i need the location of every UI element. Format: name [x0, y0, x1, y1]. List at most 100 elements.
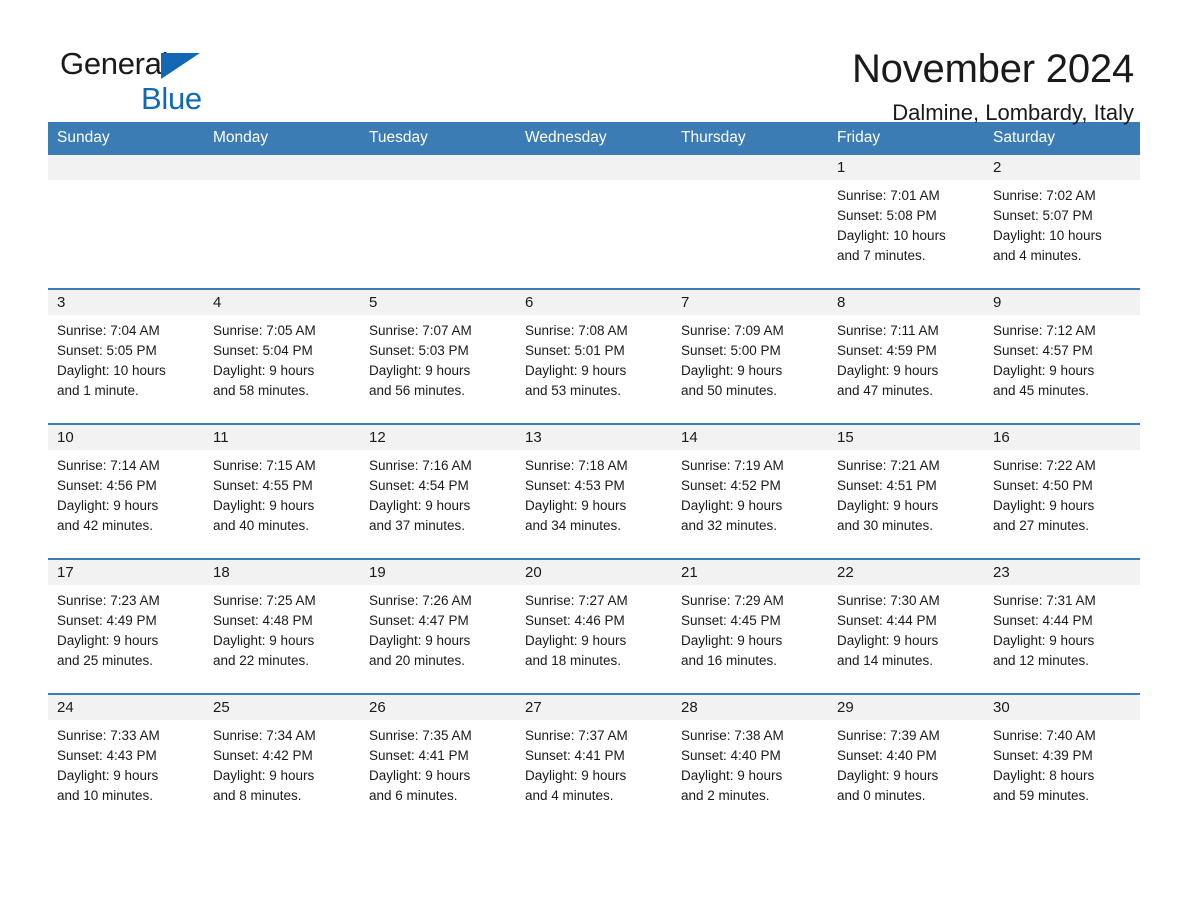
sunset-text: Sunset: 4:52 PM [681, 478, 781, 493]
daylight-text-line2: and 22 minutes. [213, 653, 310, 668]
calendar-day-cell: 30 Sunrise: 7:40 AM Sunset: 4:39 PM Dayligh… [984, 693, 1140, 828]
sunset-text: Sunset: 4:48 PM [213, 613, 313, 628]
day-cell-9[interactable]: 9 Sunrise: 7:12 AM Sunset: 4:57 PM Daylight… [984, 290, 1140, 423]
day-number: 25 [204, 695, 360, 720]
day-details: Sunrise: 7:39 AM Sunset: 4:40 PM Daylight:… [828, 720, 984, 806]
calendar-day-cell: 23 Sunrise: 7:31 AM Sunset: 4:44 PM Dayligh… [984, 558, 1140, 694]
calendar-week-row: 10 Sunrise: 7:14 AM Sunset: 4:56 PM Dayligh… [48, 423, 1140, 559]
daylight-text-line1: Daylight: 9 hours [525, 768, 627, 783]
day-cell-27[interactable]: 27 Sunrise: 7:37 AM Sunset: 4:41 PM Dayligh… [516, 695, 672, 828]
day-number: 14 [672, 425, 828, 450]
sunset-text: Sunset: 4:54 PM [369, 478, 469, 493]
sunrise-text: Sunrise: 7:35 AM [369, 728, 472, 743]
calendar-day-cell: 11 Sunrise: 7:15 AM Sunset: 4:55 PM Dayligh… [204, 423, 360, 559]
day-cell-24[interactable]: 24 Sunrise: 7:33 AM Sunset: 4:43 PM Dayligh… [48, 695, 204, 828]
calendar-header-row: Sunday Monday Tuesday Wednesday Thursday Frid… [48, 122, 1140, 155]
sunrise-text: Sunrise: 7:01 AM [837, 188, 940, 203]
calendar-week-row: 1 Sunrise: 7:01 AM Sunset: 5:08 PM Daylight… [48, 155, 1140, 289]
sunrise-text: Sunrise: 7:07 AM [369, 323, 472, 338]
daylight-text-line2: and 16 minutes. [681, 653, 778, 668]
sunrise-text: Sunrise: 7:40 AM [993, 728, 1096, 743]
sunrise-text: Sunrise: 7:23 AM [57, 593, 160, 608]
daylight-text-line2: and 45 minutes. [993, 383, 1090, 398]
calendar-day-cell: 19 Sunrise: 7:26 AM Sunset: 4:47 PM Dayligh… [360, 558, 516, 694]
day-cell-7[interactable]: 7 Sunrise: 7:09 AM Sunset: 5:00 PM Daylight… [672, 290, 828, 423]
day-cell-8[interactable]: 8 Sunrise: 7:11 AM Sunset: 4:59 PM Daylight… [828, 290, 984, 423]
brand-logo[interactable]: General Blue [60, 48, 260, 118]
calendar-day-cell: 16 Sunrise: 7:22 AM Sunset: 4:50 PM Dayligh… [984, 423, 1140, 559]
day-number: 3 [48, 290, 204, 315]
day-cell-4[interactable]: 4 Sunrise: 7:05 AM Sunset: 5:04 PM Daylight… [204, 290, 360, 423]
daylight-text-line2: and 0 minutes. [837, 788, 926, 803]
day-number [672, 155, 828, 180]
page-subtitle-location: Dalmine, Lombardy, Italy [892, 100, 1134, 125]
day-cell-17[interactable]: 17 Sunrise: 7:23 AM Sunset: 4:49 PM Dayligh… [48, 560, 204, 693]
sunrise-text: Sunrise: 7:12 AM [993, 323, 1096, 338]
brand-text-blue: Blue [141, 81, 202, 116]
day-cell-19[interactable]: 19 Sunrise: 7:26 AM Sunset: 4:47 PM Dayligh… [360, 560, 516, 693]
day-cell-20[interactable]: 20 Sunrise: 7:27 AM Sunset: 4:46 PM Dayligh… [516, 560, 672, 693]
daylight-text-line2: and 34 minutes. [525, 518, 622, 533]
sunset-text: Sunset: 5:03 PM [369, 343, 469, 358]
calendar-day-cell: 25 Sunrise: 7:34 AM Sunset: 4:42 PM Dayligh… [204, 693, 360, 828]
day-details: Sunrise: 7:01 AM Sunset: 5:08 PM Daylight:… [828, 180, 984, 266]
day-details: Sunrise: 7:07 AM Sunset: 5:03 PM Daylight:… [360, 315, 516, 401]
sunset-text: Sunset: 4:40 PM [681, 748, 781, 763]
day-number [48, 155, 204, 180]
calendar-body: 1 Sunrise: 7:01 AM Sunset: 5:08 PM Daylight… [48, 155, 1140, 828]
sunrise-text: Sunrise: 7:22 AM [993, 458, 1096, 473]
sunset-text: Sunset: 4:59 PM [837, 343, 937, 358]
day-details: Sunrise: 7:22 AM Sunset: 4:50 PM Daylight:… [984, 450, 1140, 536]
day-cell-empty [672, 155, 828, 288]
day-cell-empty [360, 155, 516, 288]
day-number: 9 [984, 290, 1140, 315]
day-number: 10 [48, 425, 204, 450]
day-cell-1[interactable]: 1 Sunrise: 7:01 AM Sunset: 5:08 PM Daylight… [828, 155, 984, 288]
sunset-text: Sunset: 4:41 PM [525, 748, 625, 763]
day-cell-21[interactable]: 21 Sunrise: 7:29 AM Sunset: 4:45 PM Dayligh… [672, 560, 828, 693]
day-cell-14[interactable]: 14 Sunrise: 7:19 AM Sunset: 4:52 PM Dayligh… [672, 425, 828, 558]
brand-name-general: General [60, 48, 260, 82]
day-number: 16 [984, 425, 1140, 450]
day-cell-11[interactable]: 11 Sunrise: 7:15 AM Sunset: 4:55 PM Dayligh… [204, 425, 360, 558]
day-number [360, 155, 516, 180]
calendar-week-row: 24 Sunrise: 7:33 AM Sunset: 4:43 PM Dayligh… [48, 693, 1140, 828]
day-number: 4 [204, 290, 360, 315]
day-cell-22[interactable]: 22 Sunrise: 7:30 AM Sunset: 4:44 PM Dayligh… [828, 560, 984, 693]
daylight-text-line1: Daylight: 10 hours [837, 228, 946, 243]
daylight-text-line1: Daylight: 10 hours [993, 228, 1102, 243]
daylight-text-line2: and 10 minutes. [57, 788, 154, 803]
daylight-text-line1: Daylight: 9 hours [681, 498, 783, 513]
calendar-day-cell: 9 Sunrise: 7:12 AM Sunset: 4:57 PM Daylight… [984, 288, 1140, 424]
day-cell-29[interactable]: 29 Sunrise: 7:39 AM Sunset: 4:40 PM Dayligh… [828, 695, 984, 828]
day-cell-6[interactable]: 6 Sunrise: 7:08 AM Sunset: 5:01 PM Daylight… [516, 290, 672, 423]
daylight-text-line2: and 7 minutes. [837, 248, 926, 263]
sunset-text: Sunset: 4:45 PM [681, 613, 781, 628]
day-details: Sunrise: 7:09 AM Sunset: 5:00 PM Daylight:… [672, 315, 828, 401]
day-cell-23[interactable]: 23 Sunrise: 7:31 AM Sunset: 4:44 PM Dayligh… [984, 560, 1140, 693]
daylight-text-line1: Daylight: 9 hours [57, 768, 159, 783]
day-cell-13[interactable]: 13 Sunrise: 7:18 AM Sunset: 4:53 PM Dayligh… [516, 425, 672, 558]
page-title: November 2024 [851, 47, 1134, 91]
day-cell-3[interactable]: 3 Sunrise: 7:04 AM Sunset: 5:05 PM Daylight… [48, 290, 204, 423]
day-cell-30[interactable]: 30 Sunrise: 7:40 AM Sunset: 4:39 PM Dayligh… [984, 695, 1140, 828]
brand-text-general: General [60, 46, 169, 81]
sunset-text: Sunset: 4:47 PM [369, 613, 469, 628]
day-cell-25[interactable]: 25 Sunrise: 7:34 AM Sunset: 4:42 PM Dayligh… [204, 695, 360, 828]
day-details: Sunrise: 7:25 AM Sunset: 4:48 PM Daylight:… [204, 585, 360, 671]
day-cell-2[interactable]: 2 Sunrise: 7:02 AM Sunset: 5:07 PM Daylight… [984, 155, 1140, 288]
day-details: Sunrise: 7:23 AM Sunset: 4:49 PM Daylight:… [48, 585, 204, 671]
sunrise-text: Sunrise: 7:27 AM [525, 593, 628, 608]
day-cell-28[interactable]: 28 Sunrise: 7:38 AM Sunset: 4:40 PM Dayligh… [672, 695, 828, 828]
day-cell-18[interactable]: 18 Sunrise: 7:25 AM Sunset: 4:48 PM Dayligh… [204, 560, 360, 693]
day-cell-26[interactable]: 26 Sunrise: 7:35 AM Sunset: 4:41 PM Dayligh… [360, 695, 516, 828]
day-cell-12[interactable]: 12 Sunrise: 7:16 AM Sunset: 4:54 PM Dayligh… [360, 425, 516, 558]
daylight-text-line1: Daylight: 10 hours [57, 363, 166, 378]
daylight-text-line1: Daylight: 9 hours [57, 498, 159, 513]
daylight-text-line2: and 32 minutes. [681, 518, 778, 533]
daylight-text-line2: and 25 minutes. [57, 653, 154, 668]
day-cell-10[interactable]: 10 Sunrise: 7:14 AM Sunset: 4:56 PM Dayligh… [48, 425, 204, 558]
day-cell-15[interactable]: 15 Sunrise: 7:21 AM Sunset: 4:51 PM Dayligh… [828, 425, 984, 558]
day-cell-16[interactable]: 16 Sunrise: 7:22 AM Sunset: 4:50 PM Dayligh… [984, 425, 1140, 558]
day-cell-5[interactable]: 5 Sunrise: 7:07 AM Sunset: 5:03 PM Daylight… [360, 290, 516, 423]
